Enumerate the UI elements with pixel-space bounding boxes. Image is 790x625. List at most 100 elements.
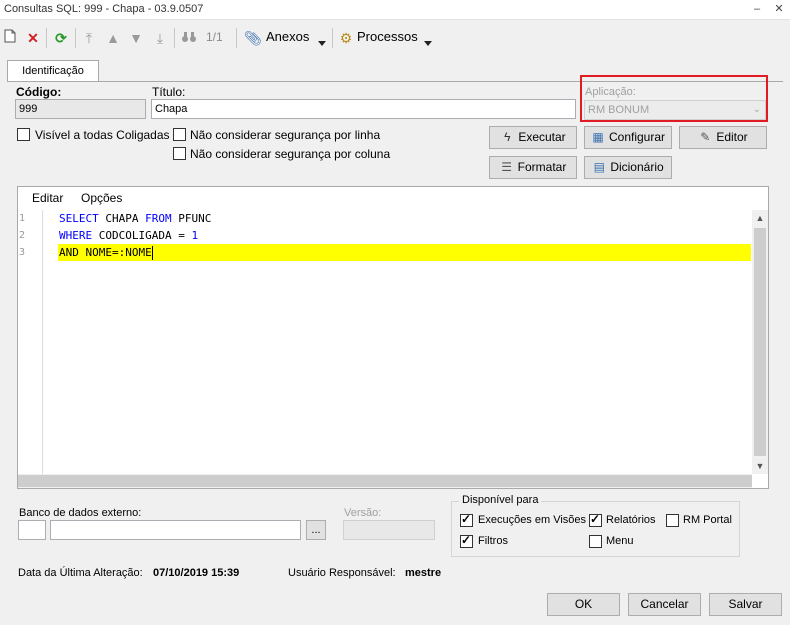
close-window-button[interactable]: ✕	[770, 1, 788, 18]
save-button[interactable]: Salvar	[709, 593, 782, 616]
scroll-thumb[interactable]	[754, 228, 766, 456]
views-checkbox-label: Execuções em Visões	[478, 514, 587, 526]
execute-button[interactable]: ϟ Executar	[489, 126, 577, 149]
filters-checkbox[interactable]	[460, 533, 473, 548]
last-change-label: Data da Última Alteração:	[18, 567, 143, 579]
chevron-down-icon[interactable]	[318, 35, 326, 49]
reports-checkbox-label: Relatórios	[606, 514, 656, 526]
cancel-button-label: Cancelar	[640, 597, 689, 611]
version-field[interactable]	[343, 520, 435, 540]
refresh-icon[interactable]: ⟳	[52, 28, 70, 48]
toolbar-separator	[75, 28, 76, 48]
last-record-icon[interactable]: ⤓	[152, 28, 168, 48]
sql-keyword: WHERE	[59, 229, 93, 242]
chevron-down-icon[interactable]	[424, 35, 432, 49]
scroll-thumb[interactable]	[18, 475, 752, 487]
version-label: Versão:	[344, 507, 382, 519]
ignore-row-security-label: Não considerar segurança por linha	[190, 128, 381, 142]
line-number: 2	[19, 230, 26, 241]
filters-checkbox-label: Filtros	[478, 535, 508, 547]
views-checkbox[interactable]	[460, 512, 473, 527]
code-label: Código:	[16, 85, 62, 99]
toolbar-separator	[332, 28, 333, 48]
menu-options[interactable]: Opções	[81, 191, 122, 205]
sql-keyword: FROM	[145, 212, 172, 225]
scroll-up-icon[interactable]: ▲	[752, 210, 768, 226]
toolbar-separator	[174, 28, 175, 48]
code-field[interactable]: 999	[15, 99, 146, 119]
minimize-button[interactable]: –	[748, 1, 766, 18]
ignore-col-security-checkbox[interactable]	[173, 147, 186, 160]
dictionary-button-label: Dicionário	[610, 160, 664, 174]
ignore-row-security-checkbox[interactable]	[173, 128, 186, 141]
line-number: 3	[19, 247, 26, 258]
available-for-legend: Disponível para	[459, 494, 542, 506]
visible-all-label: Visível a todas Coligadas	[35, 128, 170, 142]
configure-button[interactable]: ▦ Configurar	[584, 126, 672, 149]
next-record-icon[interactable]: ▼	[128, 28, 144, 48]
attachments-menu[interactable]: Anexos	[266, 29, 309, 44]
annotation-highlight-box	[580, 75, 768, 122]
title-label: Título:	[152, 85, 186, 99]
sql-editor: Editar Opções 1 2 3 SELECT CHAPA FROM PF…	[17, 186, 769, 489]
ok-button[interactable]: OK	[547, 593, 620, 616]
toolbar-separator	[236, 28, 237, 48]
external-db-name-field[interactable]	[50, 520, 301, 540]
configure-icon: ▦	[592, 130, 604, 144]
sql-keyword: SELECT	[59, 212, 99, 225]
menu-edit-label: Editar	[32, 191, 64, 205]
responsible-value: mestre	[405, 567, 442, 579]
previous-record-icon[interactable]: ▲	[105, 28, 121, 48]
toolbar: ✕ ⟳ ⤒ ▲ ▼ ⤓ 1/1 📎︎ Anexos ⚙ Processos	[0, 22, 790, 52]
last-change-value: 07/10/2019 15:39	[153, 567, 240, 579]
menu-checkbox[interactable]	[589, 535, 602, 548]
edit-icon: ✎	[700, 130, 711, 144]
code-line: WHERE CODCOLIGADA = 1	[59, 227, 198, 244]
cancel-button[interactable]: Cancelar	[628, 593, 701, 616]
configure-button-label: Configurar	[608, 130, 666, 144]
first-record-icon[interactable]: ⤒	[81, 28, 97, 48]
reports-checkbox[interactable]	[589, 512, 602, 527]
processes-menu[interactable]: Processos	[357, 29, 418, 44]
gears-icon[interactable]: ⚙	[337, 28, 355, 48]
format-button-label: Formatar	[517, 160, 567, 174]
ok-button-label: OK	[574, 597, 593, 611]
dictionary-button[interactable]: ▤ Dicionário	[584, 156, 672, 179]
paperclip-icon[interactable]: 📎︎	[244, 28, 262, 48]
record-counter: 1/1	[206, 30, 223, 44]
rm-portal-checkbox[interactable]	[666, 514, 679, 527]
responsible-label: Usuário Responsável:	[288, 567, 396, 579]
available-for-group: Disponível para	[451, 494, 740, 557]
sql-text: CHAPA	[98, 212, 146, 225]
sql-text: PFUNC	[171, 212, 212, 225]
external-db-label: Banco de dados externo:	[19, 507, 142, 519]
line-number: 1	[19, 213, 26, 224]
scroll-down-icon[interactable]: ▼	[752, 458, 768, 474]
title-field[interactable]: Chapa	[151, 99, 576, 119]
delete-icon[interactable]: ✕	[25, 28, 41, 48]
code-area[interactable]: 1 2 3 SELECT CHAPA FROM PFUNC WHERE CODC…	[18, 210, 752, 474]
vertical-scrollbar[interactable]: ▲ ▼	[752, 210, 768, 474]
toolbar-separator	[46, 28, 47, 48]
sql-text: AND NOME=:NOME	[59, 246, 152, 259]
title-bar: Consultas SQL: 999 - Chapa - 03.9.0507 –…	[0, 0, 790, 20]
lightning-icon: ϟ	[504, 130, 511, 144]
format-button[interactable]: ☰ Formatar	[489, 156, 577, 179]
window-title: Consultas SQL: 999 - Chapa - 03.9.0507	[4, 3, 204, 15]
binoculars-icon[interactable]	[180, 28, 198, 48]
dictionary-icon: ▤	[593, 160, 605, 174]
horizontal-scrollbar[interactable]	[18, 474, 752, 488]
code-line: AND NOME=:NOME	[59, 244, 153, 261]
text-caret	[151, 246, 153, 260]
sql-text: CODCOLIGADA =	[92, 229, 192, 242]
format-icon: ☰	[501, 160, 513, 174]
sql-number: 1	[191, 229, 199, 242]
browse-button[interactable]: ...	[306, 520, 326, 540]
visible-all-checkbox[interactable]	[17, 128, 30, 141]
execute-button-label: Executar	[518, 130, 566, 144]
editor-button[interactable]: ✎ Editor	[679, 126, 767, 149]
tab-identificacao[interactable]: Identificação	[7, 60, 99, 82]
new-record-icon[interactable]	[2, 28, 18, 48]
menu-edit[interactable]: Editar	[32, 191, 63, 205]
external-db-code-field[interactable]	[18, 520, 46, 540]
